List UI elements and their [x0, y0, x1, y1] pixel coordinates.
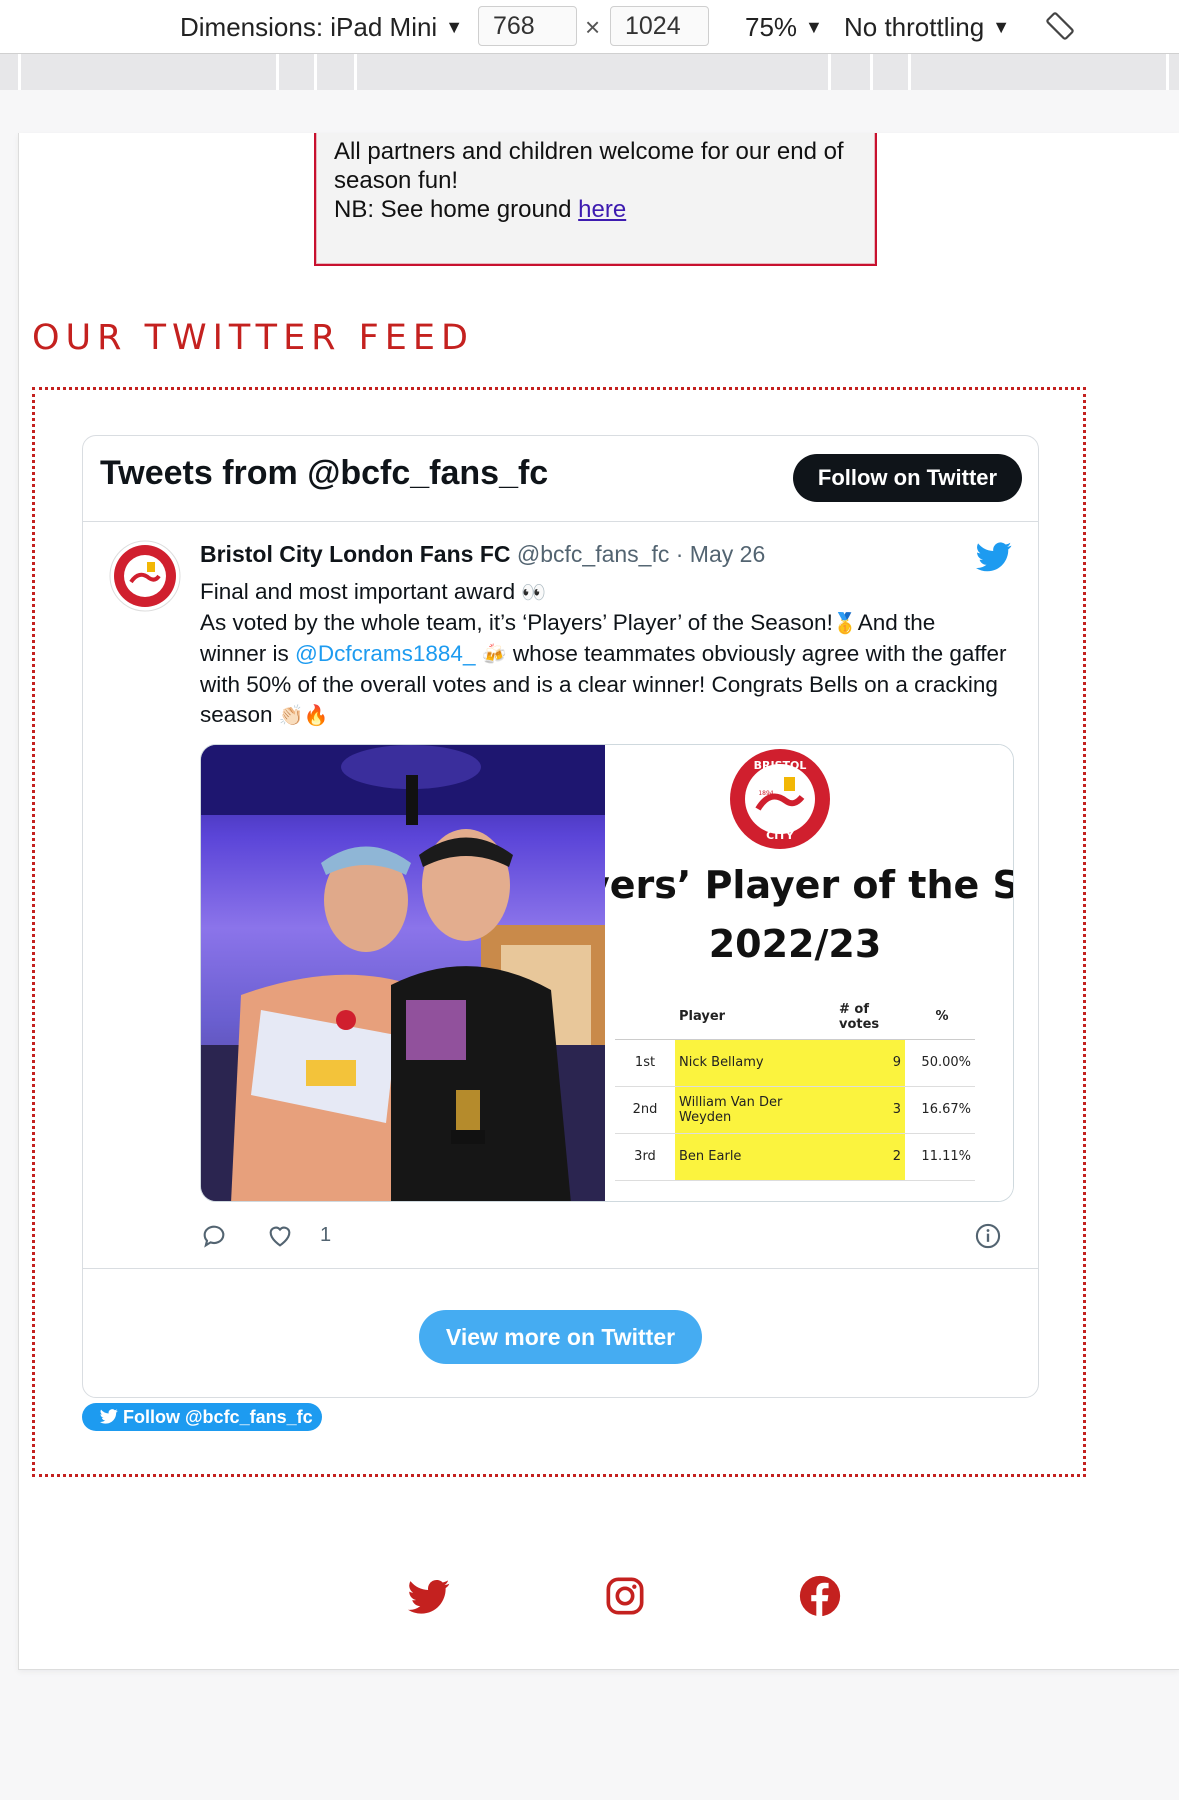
tweet[interactable]: Bristol City London Fans FC @bcfc_fans_f… — [83, 522, 1038, 1269]
devtools-device-toolbar: Dimensions: iPad Mini ▼ 768 × 1024 75% ▼ N… — [0, 0, 1179, 54]
zoom-label: 75% — [745, 12, 798, 42]
row-votes: 2 — [835, 1133, 905, 1181]
row-percent: 16.67% — [905, 1086, 975, 1134]
twitter-timeline-embed: Tweets from @bcfc_fans_fc Follow on Twit… — [82, 435, 1039, 1398]
throttling-select[interactable]: No throttling ▼ — [844, 10, 1010, 44]
tweet-text: Final and most important award 👀 As vote… — [200, 577, 1010, 731]
medal-emoji: 🥇 — [832, 613, 858, 635]
home-ground-link[interactable]: here — [578, 196, 626, 223]
dimensions-caret-icon: ▼ — [445, 17, 464, 37]
times-sign: × — [585, 12, 601, 42]
rotate-icon[interactable] — [1044, 10, 1076, 44]
fire-emoji: 🔥 — [303, 705, 329, 727]
crest-year-text: 1894 — [758, 790, 773, 797]
row-rank: 3rd — [615, 1133, 675, 1181]
timeline-header: Tweets from @bcfc_fans_fc Follow on Twit… — [83, 436, 1038, 522]
club-crest-icon: BRISTOL CITY 1894 — [730, 749, 830, 849]
votes-table-header: Player # of votes % — [615, 995, 975, 1040]
width-input[interactable]: 768 — [478, 6, 577, 46]
tweet-line-1: Final and most important award — [200, 579, 516, 604]
club-badge-avatar[interactable] — [109, 540, 181, 612]
event-notice-box: All partners and children welcome for ou… — [314, 133, 877, 266]
header-player: Player — [675, 995, 835, 1040]
graphic-title-line-2: 2022/23 — [708, 922, 882, 966]
media-query-ruler — [0, 54, 1179, 90]
player-photo-illustration — [201, 745, 605, 1201]
event-description: All partners and children welcome for ou… — [334, 138, 844, 194]
votes-table: Player # of votes % 1st Nick Bellamy 9 5… — [615, 995, 975, 1181]
header-votes: # of votes — [835, 995, 905, 1040]
header-percent: % — [905, 995, 975, 1040]
table-row: 2nd William Van Der Weyden 3 16.67% — [615, 1086, 975, 1134]
emulated-viewport: All partners and children welcome for ou… — [18, 133, 1179, 1670]
instagram-icon[interactable] — [605, 1576, 645, 1616]
row-rank: 1st — [615, 1039, 675, 1087]
event-location-prefix: NB: See home ground — [334, 196, 579, 223]
twitter-bird-icon[interactable] — [976, 542, 1012, 572]
row-player: Nick Bellamy — [675, 1039, 835, 1087]
tweet-mention-link[interactable]: @Dcfcrams1884_ — [295, 641, 475, 666]
award-graphic: BRISTOL CITY 1894 yers’ Player of the Se… — [605, 745, 1013, 1201]
table-row: 1st Nick Bellamy 9 50.00% — [615, 1039, 975, 1087]
heart-icon[interactable] — [266, 1222, 294, 1250]
tweet-author-name[interactable]: Bristol City London Fans FC — [200, 541, 511, 567]
beer-emoji: 🍻 — [481, 644, 507, 666]
view-more-on-twitter-button[interactable]: View more on Twitter — [419, 1310, 702, 1364]
follow-account-label: Follow @bcfc_fans_fc — [123, 1407, 313, 1427]
tweet-media[interactable]: BRISTOL CITY 1894 yers’ Player of the Se… — [200, 744, 1014, 1202]
zoom-select[interactable]: 75% ▼ — [745, 10, 823, 44]
tweet-line-2: As voted by the whole team, it’s ‘Player… — [200, 610, 833, 635]
row-votes: 3 — [835, 1086, 905, 1134]
facebook-icon[interactable] — [799, 1575, 841, 1617]
tweet-line-2-end: And the — [857, 610, 936, 635]
event-location-line: NB: See home ground here — [334, 195, 857, 224]
follow-account-button[interactable]: Follow @bcfc_fans_fc — [82, 1403, 322, 1431]
clap-emoji: 👏🏻 — [278, 705, 304, 727]
row-percent: 11.11% — [905, 1133, 975, 1181]
follow-on-twitter-button[interactable]: Follow on Twitter — [793, 454, 1022, 502]
throttling-label: No throttling — [844, 12, 985, 42]
twitter-icon[interactable] — [408, 1579, 450, 1615]
twitter-feed-frame: Tweets from @bcfc_fans_fc Follow on Twit… — [32, 387, 1086, 1477]
tweet-line-3-prefix: winner is — [200, 641, 296, 666]
like-count: 1 — [320, 1224, 332, 1246]
tweet-handle-date[interactable]: @bcfc_fans_fc · May 26 — [517, 541, 765, 567]
height-input[interactable]: 1024 — [610, 6, 709, 46]
row-votes: 9 — [835, 1039, 905, 1087]
graphic-title-line-1: yers’ Player of the Seasc — [605, 863, 1013, 907]
reply-icon[interactable] — [200, 1222, 228, 1250]
timeline-title: Tweets from @bcfc_fans_fc — [100, 454, 549, 492]
row-player: William Van Der Weyden — [675, 1086, 835, 1134]
tweet-photo[interactable] — [201, 745, 605, 1201]
twitter-bird-icon — [100, 1409, 118, 1424]
eyes-emoji: 👀 — [521, 582, 547, 604]
crest-bottom-text: CITY — [766, 829, 795, 842]
dimensions-select[interactable]: Dimensions: iPad Mini ▼ — [180, 10, 463, 44]
row-player: Ben Earle — [675, 1133, 835, 1181]
zoom-caret-icon: ▼ — [805, 17, 823, 37]
tweet-actions: 1 — [200, 1222, 1002, 1252]
row-percent: 50.00% — [905, 1039, 975, 1087]
row-rank: 2nd — [615, 1086, 675, 1134]
dimensions-label: Dimensions: iPad Mini — [180, 12, 438, 42]
section-title: OUR TWITTER FEED — [32, 318, 474, 358]
table-row: 3rd Ben Earle 2 11.11% — [615, 1133, 975, 1181]
header-rank — [615, 995, 675, 1040]
tweet-author-line: Bristol City London Fans FC @bcfc_fans_f… — [200, 541, 765, 568]
info-icon[interactable] — [974, 1222, 1002, 1250]
throttling-caret-icon: ▼ — [992, 17, 1011, 37]
crest-top-text: BRISTOL — [754, 759, 807, 772]
